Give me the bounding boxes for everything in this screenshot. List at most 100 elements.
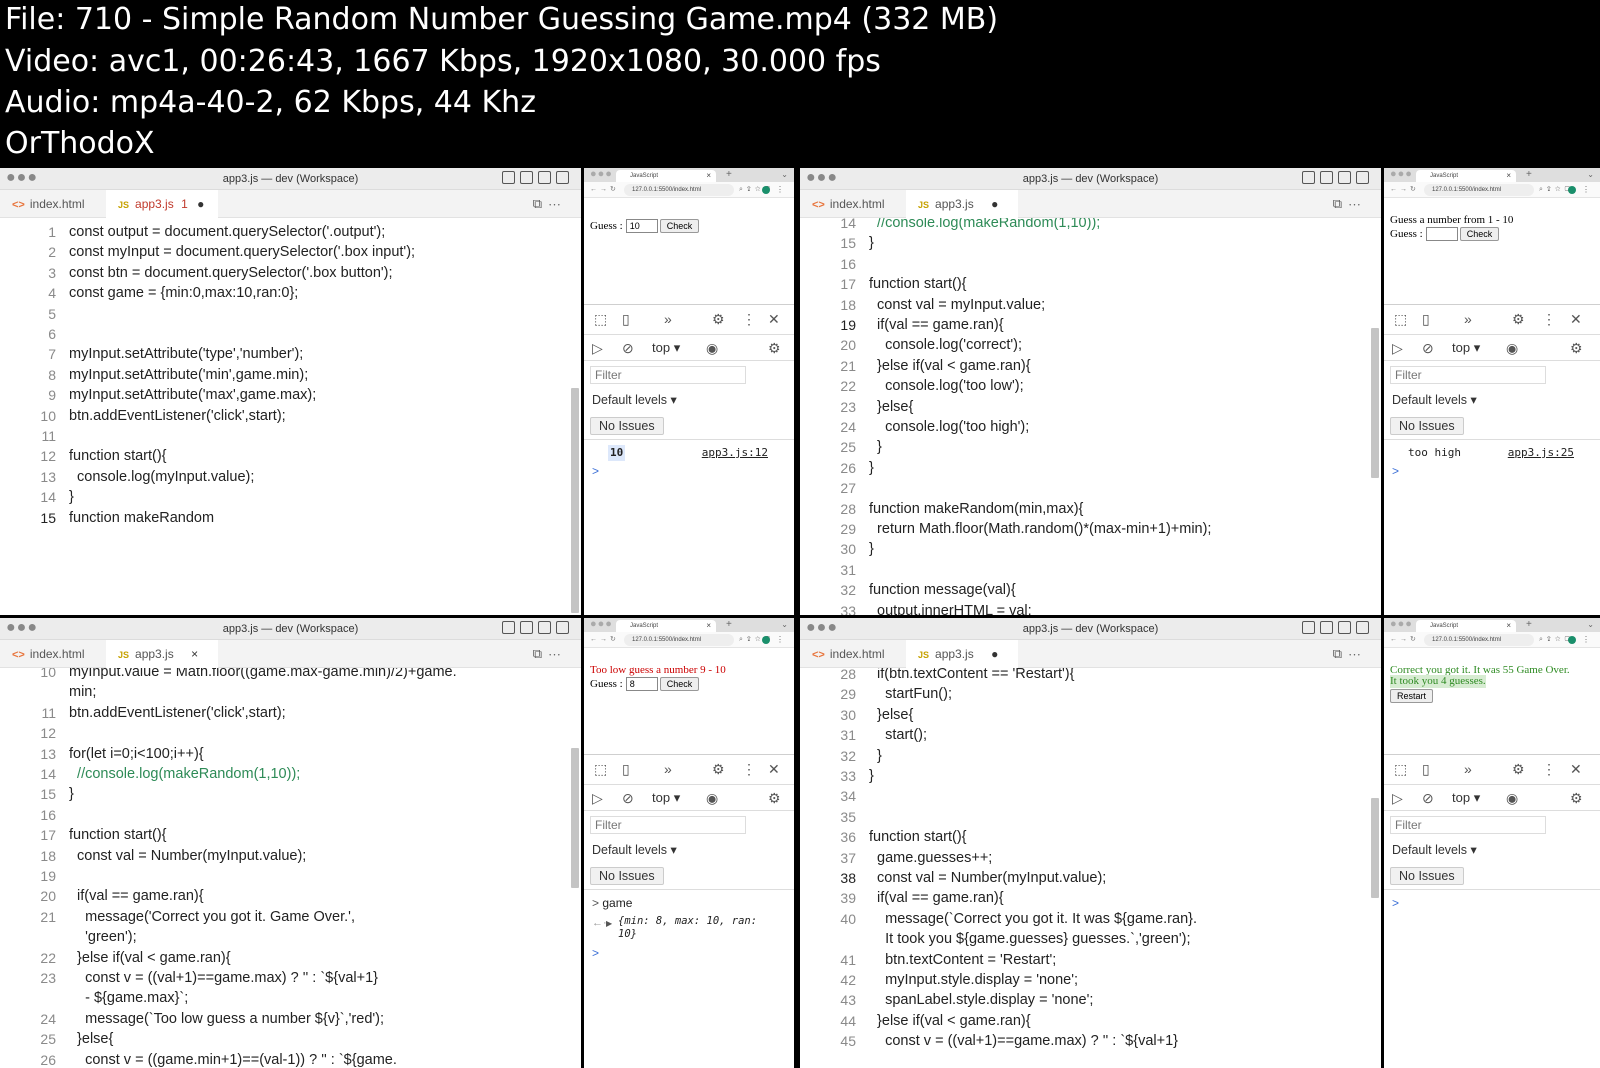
guess-input[interactable] bbox=[1425, 227, 1458, 242]
code-line[interactable]: const myInput = document.querySelector('… bbox=[69, 242, 415, 263]
nav-arrows-icon[interactable]: ←→↻ bbox=[1390, 632, 1419, 648]
code-line[interactable]: 'green'); bbox=[69, 927, 136, 948]
kebab-menu-icon[interactable]: ⋮ bbox=[742, 755, 756, 783]
more-panels-icon[interactable]: » bbox=[664, 305, 672, 333]
context-select[interactable]: top ▾ bbox=[652, 785, 680, 811]
code-line[interactable]: console.log(myInput.value); bbox=[69, 467, 254, 488]
code-line[interactable]: game.guesses++; bbox=[869, 848, 992, 869]
device-toggle-icon[interactable]: ▯ bbox=[1422, 755, 1430, 783]
code-line[interactable]: function start(){ bbox=[869, 274, 967, 295]
expand-triangle-icon[interactable]: ▶ bbox=[606, 919, 612, 928]
editor-scrollbar[interactable] bbox=[1371, 798, 1379, 898]
tab-app3-js[interactable]: JS app3.js ● bbox=[906, 190, 1018, 218]
code-line[interactable]: const val = Number(myInput.value); bbox=[869, 868, 1106, 889]
tab-index-html[interactable]: <> index.html bbox=[0, 190, 106, 218]
code-line[interactable]: const btn = document.querySelector('.box… bbox=[69, 263, 393, 284]
close-tab-icon[interactable]: × bbox=[191, 647, 198, 661]
code-line[interactable]: //console.log(makeRandom(1,10)); bbox=[869, 218, 1100, 234]
nav-arrows-icon[interactable]: ←→↻ bbox=[590, 632, 619, 648]
code-line[interactable]: btn.addEventListener('click',start); bbox=[69, 406, 286, 427]
code-line[interactable]: min; bbox=[69, 682, 96, 703]
window-controls[interactable]: ●●● bbox=[1390, 168, 1413, 180]
code-area[interactable]: 28 if(btn.textContent == 'Restart'){29 s… bbox=[800, 668, 1369, 1068]
new-tab-icon[interactable]: + bbox=[1526, 618, 1532, 631]
code-line[interactable]: const v = ((game.min+1)==(val-1)) ? '' :… bbox=[69, 1050, 397, 1068]
tab-app3-js[interactable]: JS app3.js 1 ● bbox=[106, 190, 218, 218]
log-levels-select[interactable]: Default levels ▾ bbox=[1392, 841, 1477, 859]
close-icon[interactable]: ✕ bbox=[768, 755, 780, 783]
code-line[interactable]: const v = ((val+1)==game.max) ? '' : `${… bbox=[869, 1031, 1178, 1052]
restart-button[interactable]: Restart bbox=[1390, 689, 1434, 704]
gear-icon[interactable]: ⚙ bbox=[1512, 305, 1525, 333]
editor-scrollbar[interactable] bbox=[571, 748, 579, 888]
code-line[interactable]: } bbox=[869, 766, 874, 787]
tab-index-html[interactable]: <> index.html bbox=[0, 640, 106, 668]
editor-actions[interactable]: ⧉⋯ bbox=[1333, 190, 1367, 218]
profile-avatar[interactable] bbox=[762, 186, 770, 194]
filter-input[interactable]: Filter bbox=[590, 366, 746, 384]
unsaved-dot-icon[interactable]: ● bbox=[197, 197, 204, 211]
code-line[interactable]: - ${game.max}`; bbox=[69, 988, 188, 1009]
code-line[interactable]: } bbox=[869, 539, 874, 560]
gear-icon[interactable]: ⚙ bbox=[712, 305, 725, 333]
issues-button[interactable]: No Issues bbox=[590, 867, 664, 885]
editor-actions[interactable]: ⧉⋯ bbox=[1333, 640, 1367, 668]
profile-avatar[interactable] bbox=[1568, 186, 1576, 194]
guess-input[interactable]: 8 bbox=[625, 677, 658, 692]
code-line[interactable]: function start(){ bbox=[69, 446, 167, 467]
issues-button[interactable]: No Issues bbox=[1390, 867, 1464, 885]
context-select[interactable]: top ▾ bbox=[1452, 785, 1480, 811]
code-line[interactable]: }else if(val < game.ran){ bbox=[869, 1011, 1031, 1032]
inspect-element-icon[interactable]: ⬚ bbox=[1394, 755, 1407, 783]
address-bar[interactable]: 127.0.0.1:5500/index.html bbox=[624, 634, 734, 646]
code-line[interactable]: message('Correct you got it. Game Over.'… bbox=[69, 907, 355, 928]
tab-index-html[interactable]: <> index.html bbox=[800, 640, 906, 668]
device-toggle-icon[interactable]: ▯ bbox=[622, 755, 630, 783]
code-line[interactable]: function message(val){ bbox=[869, 580, 1016, 601]
profile-avatar[interactable] bbox=[1568, 636, 1576, 644]
kebab-menu-icon[interactable]: ⋮ bbox=[1582, 632, 1590, 648]
code-line[interactable]: myInput.setAttribute('type','number'); bbox=[69, 344, 303, 365]
code-line[interactable]: console.log('too low'); bbox=[869, 376, 1024, 397]
code-line[interactable]: if(btn.textContent == 'Restart'){ bbox=[869, 668, 1074, 685]
gear-icon[interactable]: ⚙ bbox=[768, 335, 781, 361]
sidebar-toggle-icon[interactable]: ▷ bbox=[1392, 785, 1403, 811]
sidebar-toggle-icon[interactable]: ▷ bbox=[592, 785, 603, 811]
close-icon[interactable]: ✕ bbox=[1570, 305, 1582, 333]
code-line[interactable]: message(`Too low guess a number ${v}`,'r… bbox=[69, 1009, 384, 1030]
browser-tab[interactable]: JavaScript bbox=[1416, 620, 1516, 632]
sidebar-toggle-icon[interactable]: ▷ bbox=[592, 335, 603, 361]
code-line[interactable]: } bbox=[69, 784, 74, 805]
code-line[interactable]: } bbox=[869, 437, 882, 458]
window-controls[interactable]: ●●● bbox=[590, 168, 613, 180]
code-line[interactable]: } bbox=[69, 487, 74, 508]
check-button[interactable]: Check bbox=[1459, 227, 1500, 242]
clear-console-icon[interactable]: ⊘ bbox=[1422, 785, 1434, 811]
code-line[interactable]: }else{ bbox=[869, 705, 913, 726]
more-panels-icon[interactable]: » bbox=[664, 755, 672, 783]
code-area[interactable]: 14 //console.log(makeRandom(1,10)); 15} 16… bbox=[800, 218, 1369, 615]
code-line[interactable]: myInput.value = Math.floor((game.max-gam… bbox=[69, 668, 457, 683]
code-line[interactable]: const val = myInput.value; bbox=[869, 295, 1045, 316]
code-line[interactable]: myInput.setAttribute('max',game.max); bbox=[69, 385, 316, 406]
chevron-down-icon[interactable]: ⌄ bbox=[781, 618, 788, 632]
unsaved-dot-icon[interactable]: ● bbox=[991, 647, 998, 661]
more-panels-icon[interactable]: » bbox=[1464, 305, 1472, 333]
eye-icon[interactable]: ◉ bbox=[706, 785, 718, 811]
eye-icon[interactable]: ◉ bbox=[706, 335, 718, 361]
close-icon[interactable]: ✕ bbox=[768, 305, 780, 333]
chevron-down-icon[interactable]: ⌄ bbox=[1587, 168, 1594, 182]
kebab-menu-icon[interactable]: ⋮ bbox=[1542, 755, 1556, 783]
filter-input[interactable]: Filter bbox=[1390, 816, 1546, 834]
code-line[interactable]: myInput.setAttribute('min',game.min); bbox=[69, 365, 308, 386]
code-line[interactable]: startFun(); bbox=[869, 684, 952, 705]
code-line[interactable]: spanLabel.style.display = 'none'; bbox=[869, 990, 1093, 1011]
code-line[interactable]: if(val == game.ran){ bbox=[869, 888, 1004, 909]
new-tab-icon[interactable]: + bbox=[726, 618, 732, 631]
tab-app3-js[interactable]: JS app3.js ● bbox=[906, 640, 1018, 668]
log-levels-select[interactable]: Default levels ▾ bbox=[592, 841, 677, 859]
code-line[interactable]: //console.log(makeRandom(1,10)); bbox=[69, 764, 300, 785]
gear-icon[interactable]: ⚙ bbox=[1512, 755, 1525, 783]
console-source-link[interactable]: app3.js:12 bbox=[702, 445, 768, 461]
code-line[interactable]: console.log('correct'); bbox=[869, 335, 1022, 356]
